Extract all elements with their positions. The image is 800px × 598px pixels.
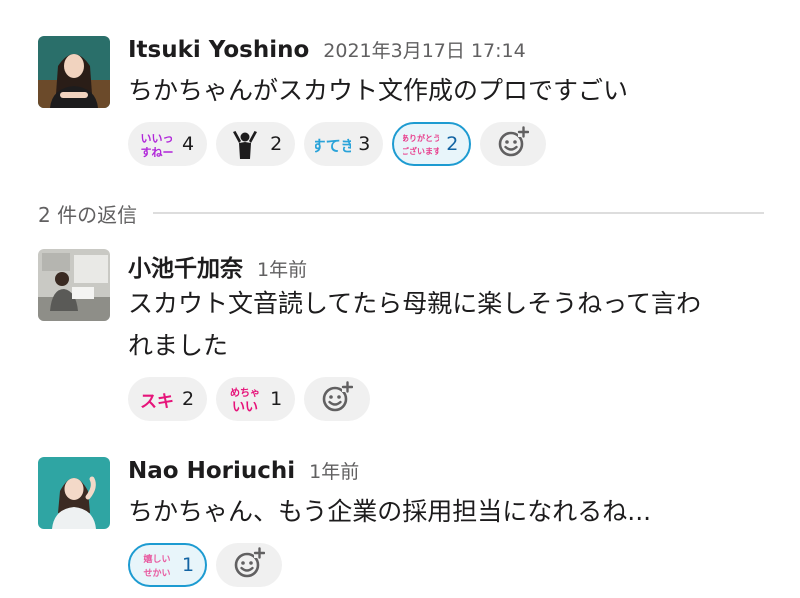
add-reaction-button[interactable] — [304, 377, 371, 421]
timestamp[interactable]: 1年前 — [257, 255, 307, 282]
reaction-count: 1 — [270, 388, 283, 410]
message-header: 小池千加奈 1年前 — [128, 249, 780, 283]
timestamp[interactable]: 2021年3月17日 17:14 — [323, 36, 525, 63]
sender-name[interactable]: Nao Horiuchi — [128, 458, 295, 484]
svg-text:ございます: ございます — [403, 146, 439, 156]
avatar-nao-horiuchi[interactable] — [38, 457, 110, 529]
message-text: ちかちゃん、もう企業の採用担当になれるね... — [128, 497, 652, 526]
svg-text:すてき: すてき — [315, 137, 351, 155]
message-text-line-1: スカウト文音読してたら母親に楽しそうねって言わ — [128, 289, 702, 318]
avatar-image — [38, 249, 110, 321]
avatar-itsuki-yoshino[interactable] — [38, 36, 110, 108]
reaction-count: 2 — [446, 133, 459, 155]
message-header: Itsuki Yoshino 2021年3月17日 17:14 — [128, 36, 780, 70]
sender-name[interactable]: Itsuki Yoshino — [128, 37, 309, 63]
reaction-ureshii-sekai[interactable]: 嬉しい せかい 1 — [128, 543, 208, 587]
reaction-count: 1 — [182, 554, 195, 576]
add-reaction-icon — [321, 381, 354, 417]
reaction-count: 2 — [182, 388, 195, 410]
message-text: ちかちゃんがスカウト文作成のプロですごい — [128, 76, 629, 105]
reaction-arigatou-gozaimasu[interactable]: ありがとう ございます 2 — [392, 122, 472, 166]
svg-text:いい: いい — [232, 400, 258, 414]
add-reaction-button[interactable] — [216, 543, 283, 587]
message-content: Itsuki Yoshino 2021年3月17日 17:14 ちかちゃんがスカ… — [128, 36, 780, 166]
reaction-count: 3 — [358, 133, 371, 155]
reaction-count: 2 — [270, 133, 283, 155]
svg-text:せかい: せかい — [143, 568, 170, 579]
svg-text:嬉しい: 嬉しい — [142, 553, 170, 565]
message-header: Nao Horiuchi 1年前 — [128, 457, 780, 491]
message-text-line-2: れました — [128, 331, 229, 360]
suki-emoji: スキ — [139, 384, 175, 414]
sender-name[interactable]: 小池千加奈 — [128, 249, 243, 283]
svg-text:すねー: すねー — [141, 146, 174, 159]
add-reaction-icon — [233, 547, 266, 583]
reaction-count: 4 — [182, 133, 195, 155]
svg-text:ありがとう: ありがとう — [403, 133, 439, 143]
divider-line — [153, 212, 764, 214]
avatar-image — [38, 457, 110, 529]
reply-count-label: 2 件の返信 — [38, 202, 138, 227]
person-raising-arms-emoji — [227, 129, 263, 159]
svg-text:スキ: スキ — [140, 392, 174, 412]
suteki-emoji: すてき — [315, 129, 351, 159]
add-reaction-icon — [497, 126, 530, 162]
reaction-bar: スキ 2 めちゃ いい 1 — [128, 377, 780, 421]
svg-text:めちゃ: めちゃ — [230, 387, 260, 399]
thread-reply-divider: 2 件の返信 — [38, 198, 764, 228]
reaction-bar: いいっ すねー 4 2 すてき 3 ありがとう ございます 2 — [128, 122, 780, 166]
message-content: 小池千加奈 1年前 スカウト文音読してたら母親に楽しそうねって言わ れました ス… — [128, 249, 780, 421]
avatar-koike-chikana[interactable] — [38, 249, 110, 321]
message-content: Nao Horiuchi 1年前 ちかちゃん、もう企業の採用担当になれるね...… — [128, 457, 780, 587]
timestamp[interactable]: 1年前 — [309, 457, 359, 484]
add-reaction-button[interactable] — [480, 122, 547, 166]
avatar-image — [38, 36, 110, 108]
mecha-iii-emoji: めちゃ いい — [227, 384, 263, 414]
arigatou-gozaimasu-emoji: ありがとう ございます — [403, 129, 439, 159]
reaction-suteki[interactable]: すてき 3 — [304, 122, 384, 166]
reaction-bar: 嬉しい せかい 1 — [128, 543, 780, 587]
reaction-mecha-iii[interactable]: めちゃ いい 1 — [216, 377, 296, 421]
reaction-person-raising-arms[interactable]: 2 — [216, 122, 296, 166]
svg-text:いいっ: いいっ — [141, 132, 174, 145]
iine-suneeee-emoji: いいっ すねー — [139, 129, 175, 159]
reaction-iine-suneeee[interactable]: いいっ すねー 4 — [128, 122, 208, 166]
ureshii-sekai-emoji: 嬉しい せかい — [139, 550, 175, 580]
reaction-suki[interactable]: スキ 2 — [128, 377, 208, 421]
